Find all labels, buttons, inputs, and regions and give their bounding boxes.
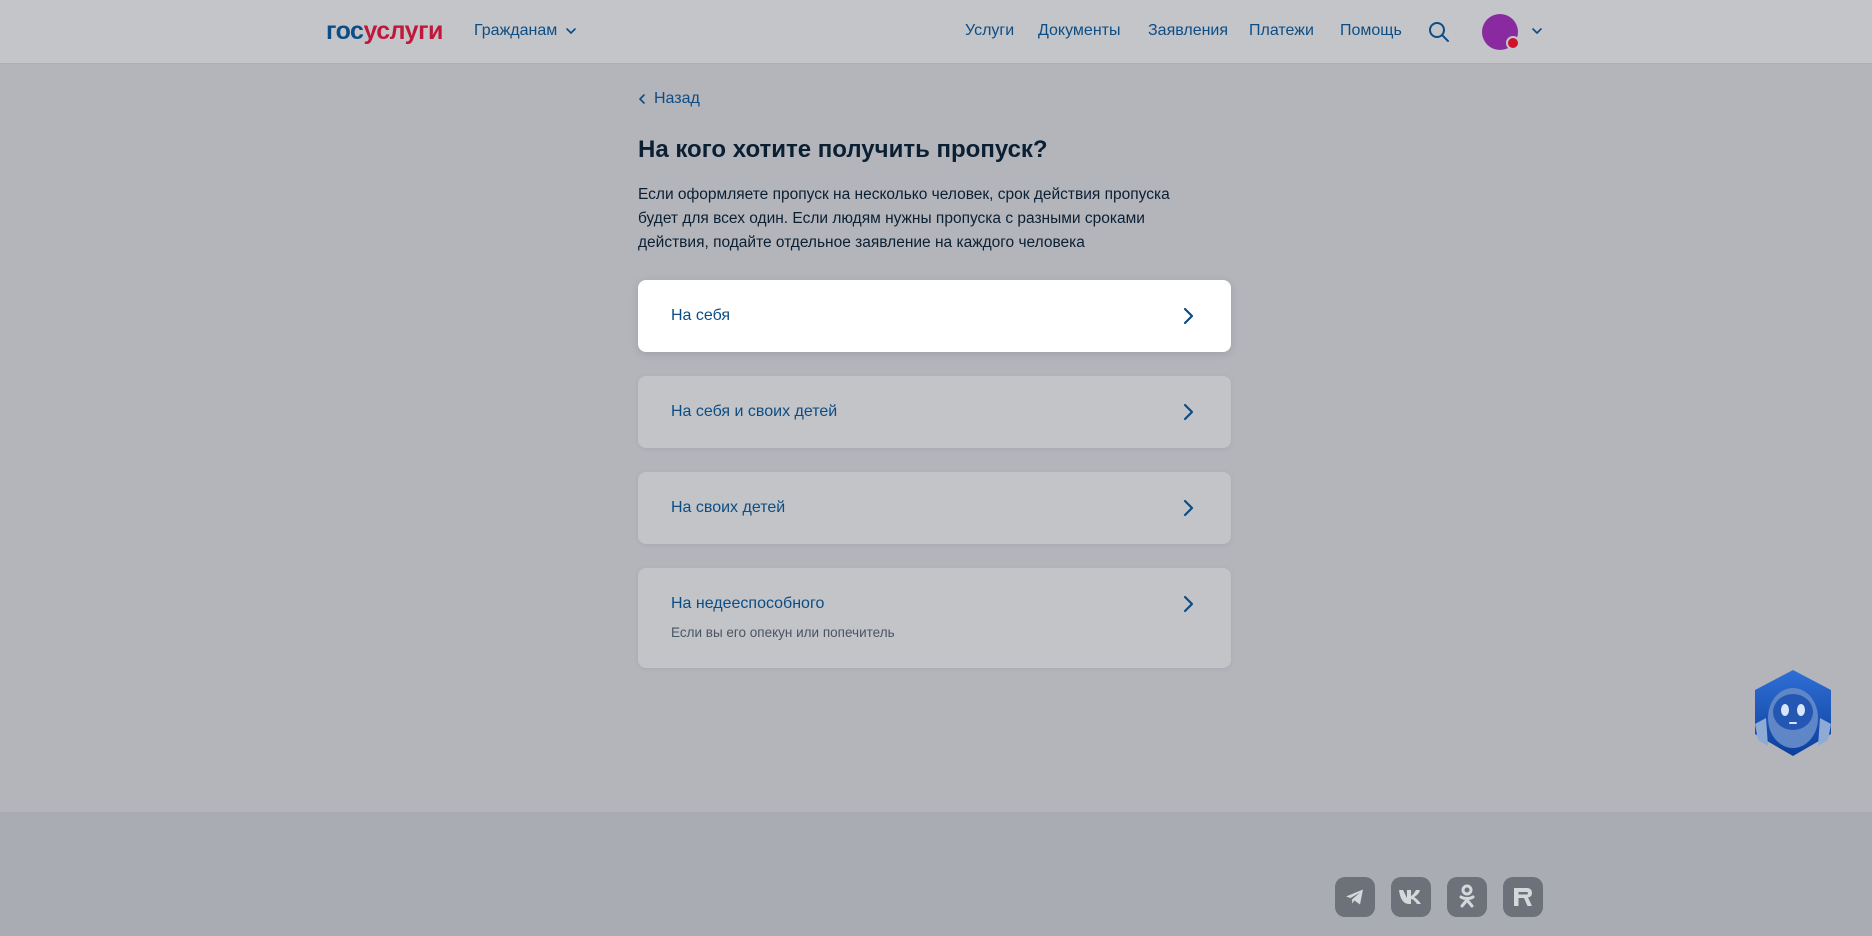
telegram-glyph-icon <box>1346 889 1363 905</box>
option-self[interactable]: На себя <box>638 280 1231 352</box>
nav-applications[interactable]: Заявления <box>1148 20 1228 42</box>
rutube-icon[interactable] <box>1503 877 1543 917</box>
rutube-glyph-icon <box>1514 888 1532 906</box>
option-incapacitated[interactable]: На недееспособного Если вы его опекун ил… <box>638 568 1231 668</box>
nav-services[interactable]: Услуги <box>965 20 1014 42</box>
option-children[interactable]: На своих детей <box>638 472 1231 544</box>
page-title: На кого хотите получить пропуск? <box>638 136 1048 163</box>
chevron-right-icon <box>1183 595 1194 613</box>
option-self-and-children[interactable]: На себя и своих детей <box>638 376 1231 448</box>
profile-chevron-down-icon[interactable] <box>1530 24 1544 38</box>
notification-dot <box>1506 36 1520 50</box>
odnoklassniki-icon[interactable] <box>1447 877 1487 917</box>
option-sublabel: Если вы его опекун или попечитель <box>671 625 895 640</box>
audience-dropdown[interactable]: Гражданам <box>474 20 577 42</box>
option-label: На себя и своих детей <box>671 403 838 420</box>
option-label: На своих детей <box>671 499 786 516</box>
gosuslugi-logo[interactable]: госуслуги <box>326 16 443 46</box>
logo-part-uslugi: услуги <box>363 17 443 45</box>
vk-glyph-icon <box>1399 890 1421 904</box>
chevron-right-icon <box>1183 403 1194 421</box>
top-header: госуслуги Гражданам Услуги Документы Зая… <box>0 0 1872 64</box>
nav-help[interactable]: Помощь <box>1340 20 1402 42</box>
ok-glyph-icon <box>1459 884 1475 908</box>
vk-icon[interactable] <box>1391 877 1431 917</box>
user-avatar[interactable] <box>1482 14 1520 50</box>
back-link[interactable]: Назад <box>638 88 700 110</box>
chevron-down-icon <box>566 28 577 34</box>
chevron-left-icon <box>639 94 645 104</box>
option-label: На себя <box>671 307 731 324</box>
page-description: Если оформляете пропуск на несколько чел… <box>638 186 1170 251</box>
chevron-right-icon <box>1183 499 1194 517</box>
footer <box>0 812 1872 936</box>
nav-payments[interactable]: Платежи <box>1249 20 1314 42</box>
chevron-right-icon <box>1183 307 1194 325</box>
back-label: Назад <box>654 90 700 107</box>
search-icon[interactable] <box>1427 20 1451 44</box>
robot-assistant-icon[interactable] <box>1750 668 1836 760</box>
logo-part-gos: гос <box>326 17 364 45</box>
option-label: На недееспособного <box>671 595 825 612</box>
nav-documents[interactable]: Документы <box>1038 20 1120 42</box>
telegram-icon[interactable] <box>1335 877 1375 917</box>
audience-label: Гражданам <box>474 22 558 39</box>
